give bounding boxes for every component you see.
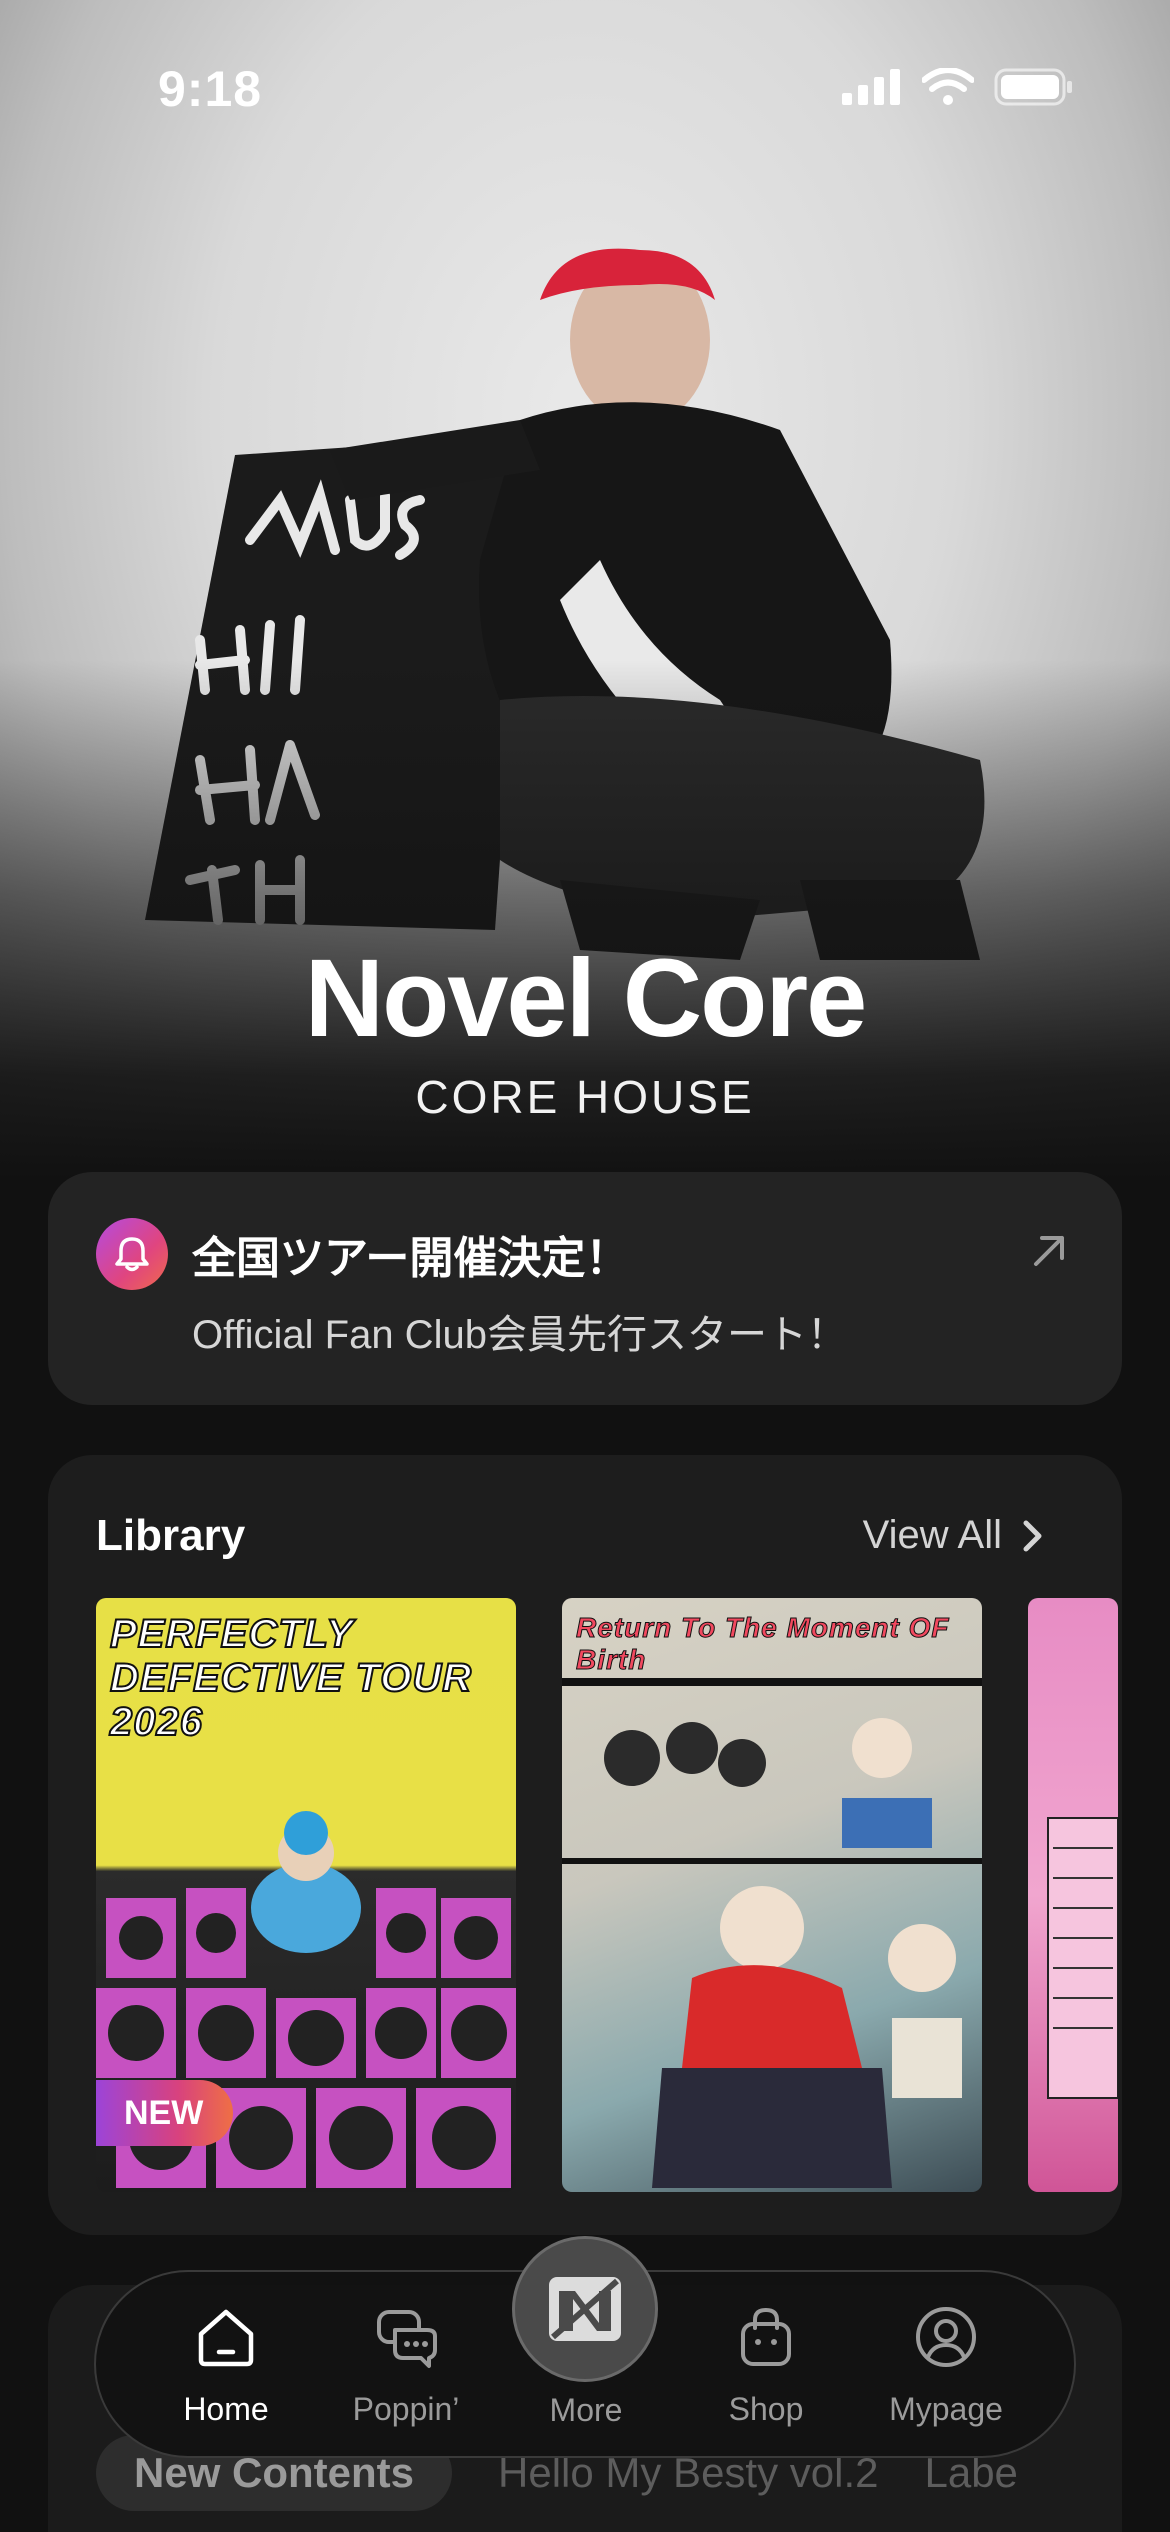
status-icons (842, 68, 1074, 106)
library-item[interactable] (1028, 1598, 1118, 2192)
cellular-signal-icon (842, 69, 900, 105)
tab-poppin[interactable]: Poppin’ (321, 2302, 491, 2428)
status-time: 9:18 (158, 61, 263, 117)
announcement-title: 全国ツアー開催決定！ (192, 1234, 630, 1283)
more-center-button[interactable] (512, 2236, 658, 2382)
tab-more-label: More (549, 2392, 623, 2428)
bell-icon (96, 1218, 168, 1290)
chat-bubbles-icon (377, 2310, 437, 2368)
status-bar: 9:18 (0, 0, 1170, 180)
library-carousel[interactable]: PERFECTLY DEFECTIVE TOUR 2026 NEW Return… (96, 1598, 1118, 2192)
wifi-icon (922, 68, 974, 105)
tab-shop-label: Shop (728, 2391, 804, 2427)
tab-home-label: Home (183, 2391, 269, 2427)
home-icon (198, 2309, 254, 2367)
announcement-card[interactable]: 全国ツアー開催決定！ Official Fan Club会員先行スタート！ (48, 1172, 1122, 1405)
view-all-label: View All (862, 1513, 1002, 1557)
user-circle-icon (916, 2307, 976, 2367)
artist-subtitle: CORE HOUSE (415, 1071, 755, 1123)
logo-icon (549, 2277, 621, 2341)
cover-artwork (1047, 1817, 1118, 2099)
tab-mypage-label: Mypage (889, 2391, 1003, 2427)
library-title: Library (96, 1511, 246, 1560)
announcement-body: Official Fan Club会員先行スタート！ (192, 1313, 847, 1357)
library-item[interactable]: PERFECTLY DEFECTIVE TOUR 2026 NEW (96, 1598, 516, 2192)
battery-icon (994, 68, 1072, 106)
cover-artwork (562, 1678, 982, 2188)
tab-mypage[interactable]: Mypage (861, 2302, 1031, 2428)
tab-home[interactable]: Home (141, 2302, 311, 2428)
library-section: Library View All PERFECTLY DEFECTIVE TOU… (48, 1455, 1122, 2235)
tab-shop[interactable]: Shop (681, 2302, 851, 2428)
view-all-link[interactable]: View All (863, 1513, 1044, 1558)
chevron-right-icon (1023, 1520, 1042, 1551)
tab-more[interactable]: More (501, 2392, 671, 2429)
artist-name: Novel Core (304, 937, 868, 1060)
library-item[interactable]: Return To The Moment OF Birth (562, 1598, 982, 2192)
external-arrow-icon (1034, 1236, 1064, 1266)
new-badge: NEW (96, 2080, 234, 2146)
shopping-bag-icon (741, 2307, 791, 2366)
tab-poppin-label: Poppin’ (352, 2391, 460, 2427)
